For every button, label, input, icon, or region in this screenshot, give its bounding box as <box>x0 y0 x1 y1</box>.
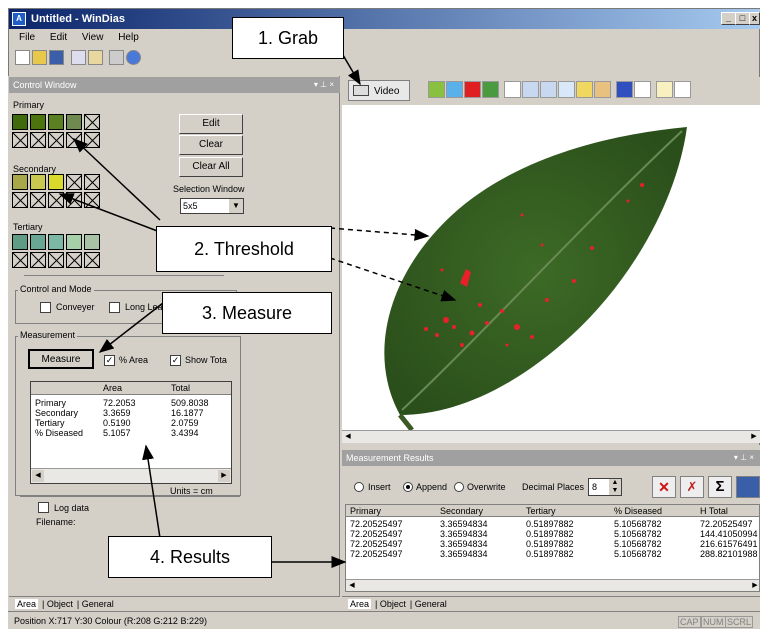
annotation-arrows <box>58 49 457 568</box>
callout-grab: 1. Grab <box>232 17 344 59</box>
callout-results: 4. Results <box>108 536 272 578</box>
callout-measure: 3. Measure <box>162 292 332 334</box>
callout-threshold: 2. Threshold <box>156 226 332 272</box>
